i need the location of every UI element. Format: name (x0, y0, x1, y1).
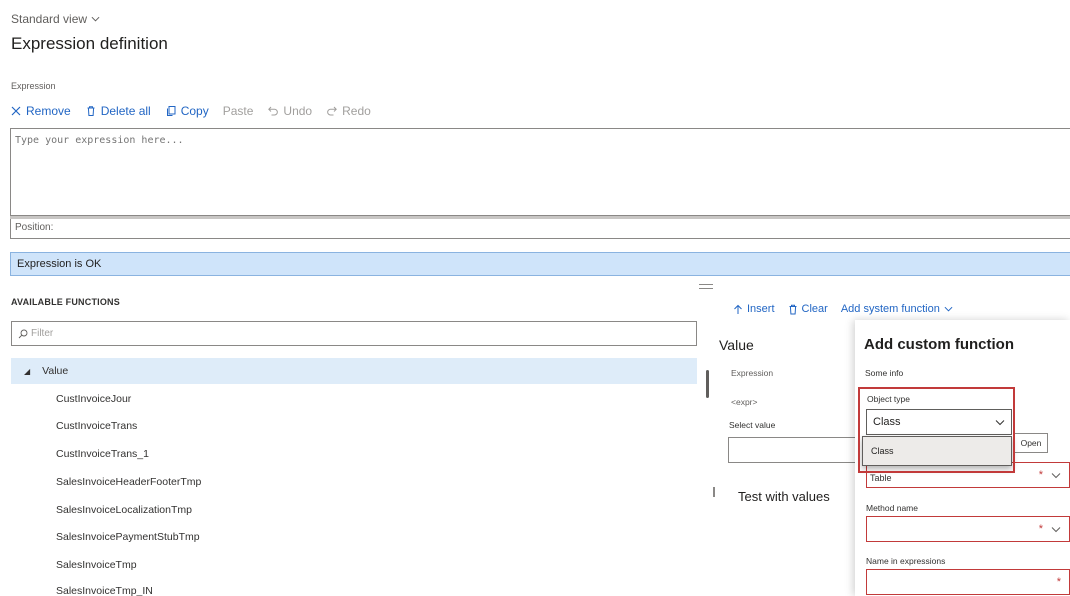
redo-icon (327, 106, 338, 116)
table-select-value: Table (870, 473, 892, 483)
function-actions: Insert Clear Add system function (733, 303, 953, 315)
tree-item-custinvoicejour[interactable]: CustInvoiceJour (56, 393, 131, 405)
paste-button[interactable]: Paste (223, 104, 254, 118)
tree-node-value-label: Value (42, 365, 69, 377)
paste-label: Paste (222, 104, 254, 118)
required-mark: * (1038, 523, 1043, 535)
add-system-function-label: Add system function (840, 303, 940, 315)
copy-button[interactable]: Copy (165, 104, 209, 118)
search-icon (18, 329, 28, 338)
expression-label: Expression (731, 368, 774, 378)
object-type-highlight (858, 387, 1015, 473)
pane-divider-mark (713, 487, 715, 497)
pane-splitter-handle[interactable] (699, 284, 713, 289)
tree-item-salesinvoicepaymentstubtmp[interactable]: SalesInvoicePaymentStubTmp (56, 531, 200, 543)
tree-item-salesinvoicetmp-in[interactable]: SalesInvoiceTmp_IN (56, 585, 153, 596)
expand-triangle-icon[interactable]: ◢ (24, 367, 30, 376)
chevron-down-icon (1051, 526, 1061, 532)
test-with-values-title: Test with values (738, 489, 830, 504)
undo-icon (268, 106, 279, 116)
delete-all-button[interactable]: Delete all (85, 104, 151, 118)
position-indicator: Position: (10, 219, 1070, 239)
tree-item-salesinvoicetmp[interactable]: SalesInvoiceTmp (56, 559, 137, 571)
remove-button[interactable]: Remove (10, 104, 71, 118)
delete-all-label: Delete all (100, 104, 151, 118)
name-in-expressions-label: Name in expressions (866, 556, 946, 566)
expression-toolbar: Remove Delete all Copy Paste Undo Redo (10, 104, 371, 118)
required-mark: * (1038, 469, 1043, 481)
chevron-down-icon (1051, 472, 1061, 478)
tree-row-value-selected[interactable] (11, 358, 697, 384)
arrow-up-icon (734, 304, 742, 314)
filter-box[interactable] (11, 321, 697, 346)
expression-editor[interactable] (10, 128, 1070, 216)
view-switcher[interactable]: Standard view (11, 12, 100, 26)
copy-label: Copy (180, 104, 209, 118)
tree-item-salesinvoiceheaderfootertmp[interactable]: SalesInvoiceHeaderFooterTmp (56, 476, 201, 488)
tree-item-custinvoicetrans-1[interactable]: CustInvoiceTrans_1 (56, 448, 149, 460)
remove-label: Remove (26, 104, 71, 118)
add-system-function-button[interactable]: Add system function (841, 303, 953, 315)
panel-title: Add custom function (864, 336, 1014, 353)
tree-scrollbar[interactable] (706, 370, 709, 398)
select-value-input[interactable] (728, 437, 868, 463)
redo-button[interactable]: Redo (326, 104, 371, 118)
panel-info-text: Some info (865, 368, 904, 378)
select-value-label: Select value (729, 420, 776, 430)
close-icon (11, 106, 21, 116)
available-functions-title: AVAILABLE FUNCTIONS (11, 297, 120, 307)
expression-value: <expr> (731, 397, 758, 407)
undo-label: Undo (283, 104, 313, 118)
value-pane-title: Value (719, 337, 754, 353)
open-button[interactable]: Open (1014, 433, 1048, 453)
view-label: Standard view (11, 12, 88, 26)
clear-button[interactable]: Clear (788, 303, 828, 315)
insert-label: Insert (747, 303, 775, 315)
method-name-label: Method name (866, 503, 918, 513)
filter-input[interactable] (31, 328, 631, 339)
clear-label: Clear (801, 303, 828, 315)
expression-status: Expression is OK (10, 252, 1070, 276)
tree-item-salesinvoicelocalizationtmp[interactable]: SalesInvoiceLocalizationTmp (56, 504, 192, 516)
insert-button[interactable]: Insert (733, 303, 775, 315)
trash-icon (789, 304, 797, 314)
tree-node-value[interactable]: ◢ Value (24, 365, 68, 377)
undo-button[interactable]: Undo (267, 104, 312, 118)
tree-item-custinvoicetrans[interactable]: CustInvoiceTrans (56, 420, 137, 432)
chevron-down-icon (944, 306, 953, 312)
expression-section-label: Expression (11, 81, 56, 91)
name-in-expressions-input[interactable]: * (866, 569, 1070, 595)
redo-label: Redo (342, 104, 371, 118)
chevron-down-icon (91, 16, 100, 22)
required-mark: * (1056, 576, 1061, 588)
trash-icon (87, 106, 95, 116)
method-name-select[interactable]: * (866, 516, 1070, 542)
page-title: Expression definition (11, 34, 168, 53)
copy-icon (166, 106, 176, 116)
